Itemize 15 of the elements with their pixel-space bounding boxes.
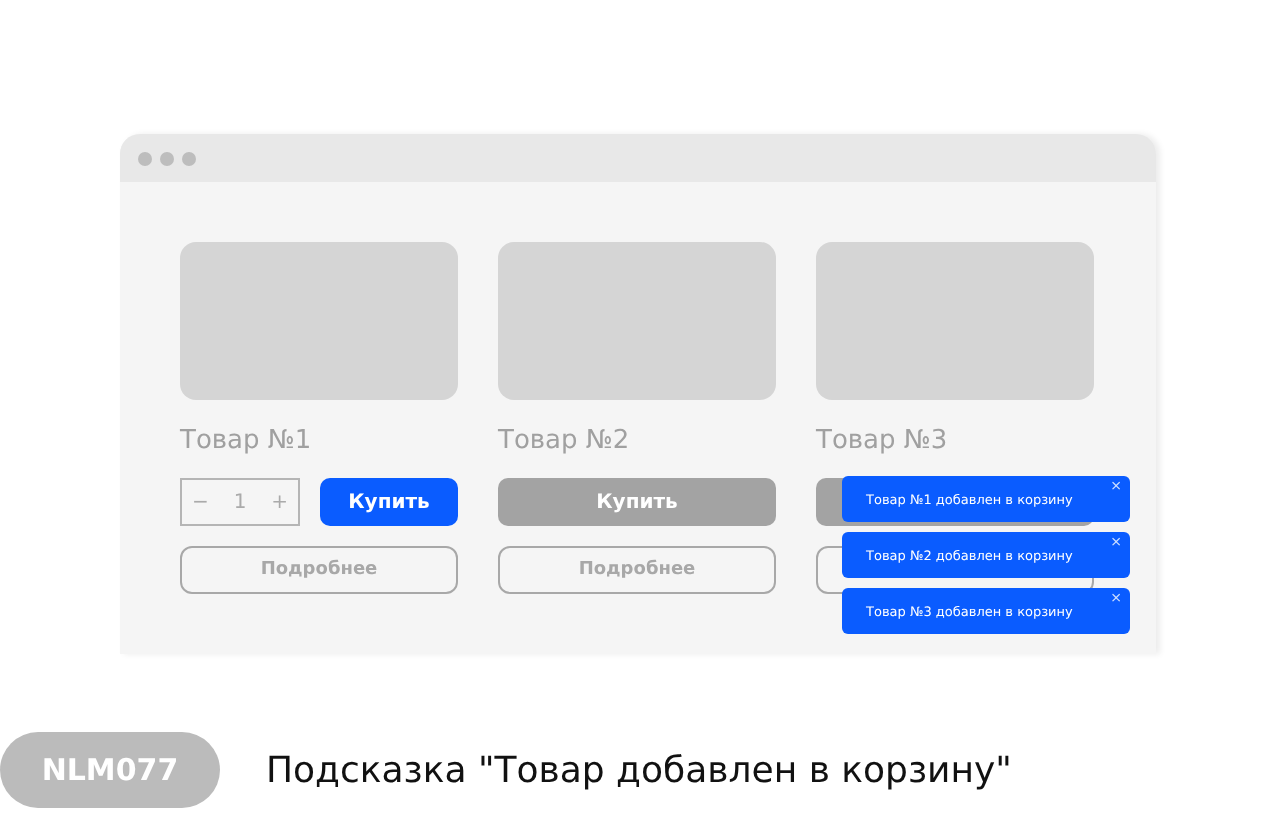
window-dot-icon [182, 151, 196, 165]
window-dot-icon [138, 151, 152, 165]
plus-button[interactable]: + [267, 491, 292, 513]
details-button[interactable]: Подробнее [498, 546, 776, 594]
details-button[interactable]: Подробнее [180, 546, 458, 594]
product-name: Товар №3 [816, 424, 950, 460]
quantity-stepper[interactable]: − 1 + [180, 478, 300, 526]
caption-title: Подсказка "Товар добавлен в корзину" [266, 749, 1012, 791]
window-dot-icon [160, 151, 174, 165]
minus-button[interactable]: − [188, 491, 213, 513]
code-badge: NLM077 [0, 732, 220, 808]
product-name: Товар №1 [180, 424, 314, 460]
quantity-value: 1 [233, 491, 247, 513]
buy-button[interactable]: Купить [320, 478, 458, 526]
product-name: Товар №2 [498, 424, 632, 460]
